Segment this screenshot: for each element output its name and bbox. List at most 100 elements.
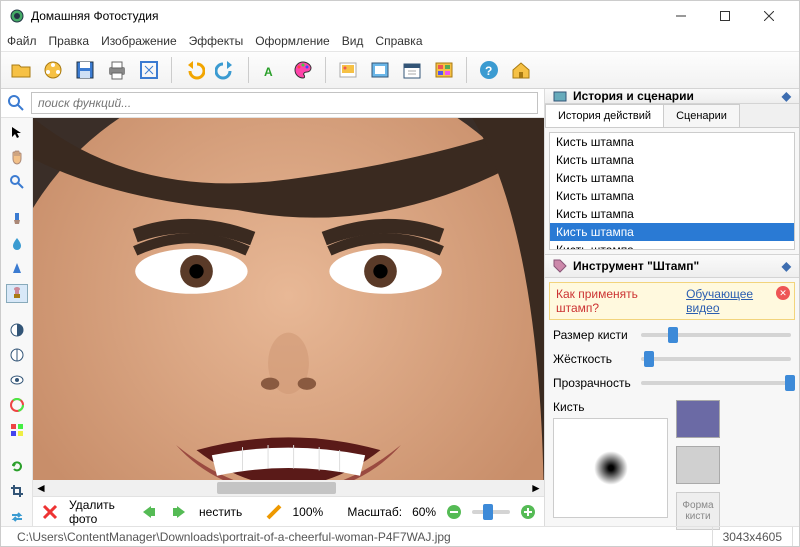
collage-icon[interactable] [430,56,458,84]
undo-icon[interactable] [180,56,208,84]
zoom-out-icon[interactable] [446,504,462,520]
ruler-icon [266,504,282,520]
brush-size-label: Размер кисти [553,328,633,342]
selection-tool-icon[interactable] [6,259,28,278]
menu-file[interactable]: Файл [7,34,37,48]
history-item[interactable]: Кисть штампа [550,223,794,241]
squares-tool-icon[interactable] [6,421,28,440]
history-panel-title: История и сценарии [573,89,694,103]
contrast-tool-icon[interactable] [6,320,28,339]
history-item[interactable]: Кисть штампа [550,205,794,223]
history-item[interactable]: Кисть штампа [550,133,794,151]
rotate-tool-icon[interactable] [6,457,28,476]
history-item[interactable]: Кисть штампа [550,151,794,169]
save-icon[interactable] [71,56,99,84]
image-canvas[interactable] [33,118,544,480]
tab-scenarios[interactable]: Сценарии [663,104,740,127]
history-tabs: История действий Сценарии [545,104,799,128]
text-icon[interactable]: A [257,56,285,84]
menu-image[interactable]: Изображение [101,34,177,48]
help-text: Как применять штамп? [556,287,682,315]
print-icon[interactable] [103,56,131,84]
foreground-swatch[interactable] [676,400,720,438]
menu-edit[interactable]: Правка [49,34,90,48]
hardness-slider[interactable] [641,357,791,361]
opacity-label: Прозрачность [553,376,633,390]
window-title: Домашняя Фотостудия [31,9,659,23]
color-tool-icon[interactable] [6,395,28,414]
zoom-label: Масштаб: [347,505,402,519]
redo-icon[interactable] [212,56,240,84]
close-help-icon[interactable]: ✕ [776,286,790,300]
brush-shape-button[interactable]: Форма кисти [676,492,720,530]
pointer-tool-icon[interactable] [6,122,28,141]
pin-icon[interactable]: ◆ [782,259,791,273]
help-video-link[interactable]: Обучающее видео [686,287,788,315]
eye-tool-icon[interactable] [6,370,28,389]
help-banner: Как применять штамп? Обучающее видео ✕ [549,282,795,320]
menu-bar: Файл Правка Изображение Эффекты Оформлен… [1,31,799,51]
svg-text:A: A [264,65,273,79]
brush-size-slider[interactable] [641,333,791,337]
swap-tool-icon[interactable] [6,507,28,526]
background-swatch[interactable] [676,446,720,484]
film-icon[interactable] [39,56,67,84]
menu-view[interactable]: Вид [342,34,364,48]
stamp-tool-icon[interactable] [6,284,28,303]
history-icon [553,89,567,103]
stamp-panel-title: Инструмент "Штамп" [573,259,699,273]
hand-tool-icon[interactable] [6,147,28,166]
close-button[interactable] [747,1,791,31]
zoom-value: 60% [412,505,436,519]
right-panel: История и сценарии ◆ История действий Сц… [544,89,799,526]
brush-tool-icon[interactable] [6,208,28,227]
delete-photo-button[interactable]: Удалить фото [69,498,115,526]
next-photo-icon[interactable] [169,504,189,520]
minimize-button[interactable] [659,1,703,31]
fit-button[interactable]: нестить [199,505,242,519]
history-item[interactable]: Кисть штампа [550,169,794,187]
delete-icon[interactable] [41,503,59,521]
title-bar: Домашняя Фотостудия [1,1,799,31]
history-item[interactable]: Кисть штампа [550,241,794,250]
canvas-bottom-bar: Удалить фото нестить 100% Масштаб: 60% [33,496,544,526]
history-list[interactable]: Кисть штампа Кисть штампа Кисть штампа К… [549,132,795,250]
zoom-slider[interactable] [472,510,510,514]
status-dimensions: 3043x4605 [713,527,793,546]
drop-tool-icon[interactable] [6,234,28,253]
pin-icon[interactable]: ◆ [782,89,791,103]
zoom-tool-icon[interactable] [6,172,28,191]
maximize-button[interactable] [703,1,747,31]
crop-tool-icon[interactable] [6,482,28,501]
open-icon[interactable] [7,56,35,84]
menu-design[interactable]: Оформление [255,34,329,48]
brightness-tool-icon[interactable] [6,345,28,364]
brush-section-label: Кисть [553,400,668,414]
opacity-slider[interactable] [641,381,791,385]
main-toolbar: A ? [1,51,799,89]
home-icon[interactable] [507,56,535,84]
status-path: C:\Users\ContentManager\Downloads\portra… [7,527,713,546]
menu-help[interactable]: Справка [375,34,422,48]
palette-icon[interactable] [289,56,317,84]
tool-palette [1,118,33,526]
tag-icon [553,259,567,273]
status-bar: C:\Users\ContentManager\Downloads\portra… [1,526,799,546]
frame-icon[interactable] [366,56,394,84]
zoom-in-icon[interactable] [520,504,536,520]
hardness-label: Жёсткость [553,352,633,366]
picture-icon[interactable] [334,56,362,84]
resize-icon[interactable] [135,56,163,84]
svg-text:?: ? [485,64,492,78]
history-item[interactable]: Кисть штампа [550,187,794,205]
horizontal-scrollbar[interactable]: ◄ ► [33,480,544,496]
app-icon [9,8,25,24]
calendar-icon[interactable] [398,56,426,84]
tab-history[interactable]: История действий [545,104,664,127]
search-input[interactable] [31,92,538,114]
menu-effects[interactable]: Эффекты [189,34,244,48]
help-icon[interactable]: ? [475,56,503,84]
prev-photo-icon[interactable] [139,504,159,520]
zoom-100-button[interactable]: 100% [292,505,323,519]
brush-preview [553,418,668,518]
